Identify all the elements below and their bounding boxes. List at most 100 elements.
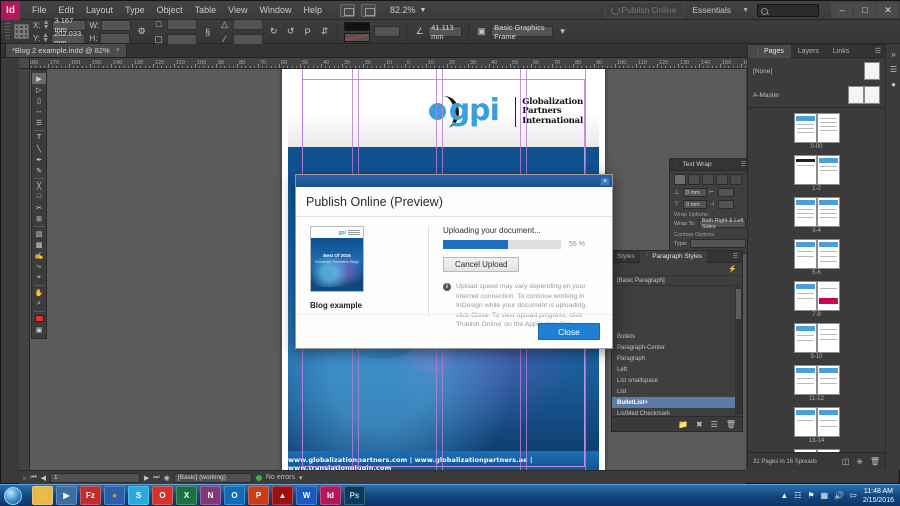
spread-item[interactable]: 3-4	[748, 197, 885, 234]
screen-mode-icon[interactable]	[361, 3, 376, 17]
media-player-icon[interactable]: ▶	[56, 486, 77, 505]
wrap-bounding-box-button[interactable]	[688, 174, 700, 185]
new-style-group-icon[interactable]: 📁	[678, 420, 688, 429]
direct-selection-tool[interactable]: ▷	[32, 84, 46, 95]
page-tool[interactable]: ▯	[32, 95, 46, 106]
constrain-scale-icon[interactable]: §	[201, 25, 214, 38]
reference-point-proxy[interactable]	[14, 24, 29, 39]
page-jump-icon[interactable]: ♭	[23, 474, 26, 482]
delete-page-icon[interactable]: 🗑	[870, 457, 880, 467]
menu-file[interactable]: File	[26, 1, 53, 20]
menu-layout[interactable]: Layout	[80, 1, 119, 20]
rotate-field[interactable]	[233, 18, 264, 30]
pages-list[interactable]: 0-00 1-2 3-4 5-6 7-8 9-10 11-12 13-14	[748, 108, 885, 452]
close-button[interactable]: ✕	[877, 2, 899, 18]
object-style-caret-icon[interactable]: ▾	[556, 25, 569, 38]
flip-horizontal-icon[interactable]: P	[301, 25, 314, 38]
ruler-corner[interactable]	[19, 58, 30, 69]
clear-overrides-footer-icon[interactable]: ✖	[696, 420, 703, 429]
paragraph-styles-list[interactable]: Bullets Paragraph-Center Paragraph Left …	[612, 287, 735, 415]
volume-icon[interactable]: 🔊	[834, 491, 844, 500]
tab-links[interactable]: Links	[826, 45, 856, 58]
maximize-button[interactable]: □	[854, 2, 876, 18]
x-stepper[interactable]: ▲ ▼	[43, 19, 50, 31]
angle-field[interactable]: 41.113 mm	[428, 23, 463, 41]
spread-item[interactable]: 0-00	[748, 113, 885, 150]
document-tab[interactable]: *Blog 2 example.indd @ 82% ×	[5, 43, 127, 57]
scale-x-field[interactable]	[167, 18, 198, 30]
wrap-jump-object-button[interactable]	[716, 174, 728, 185]
spread-thumbnail[interactable]	[793, 407, 840, 437]
wrap-object-shape-button[interactable]	[702, 174, 714, 185]
menu-type[interactable]: Type	[119, 1, 151, 20]
screen-mode-tool[interactable]: ▣	[32, 324, 46, 335]
edit-page-size-icon[interactable]: ◫	[842, 457, 850, 467]
menu-help[interactable]: Help	[297, 1, 328, 20]
spread-item[interactable]: 5-6	[748, 239, 885, 276]
style-item-list[interactable]: List	[612, 386, 735, 397]
wrap-none-button[interactable]	[674, 174, 686, 185]
cancel-upload-button[interactable]: Cancel Upload	[443, 257, 520, 272]
w-field[interactable]	[101, 19, 132, 31]
tab-paragraph-styles[interactable]: ⋮ Paragraph Styles	[639, 250, 708, 263]
acrobat-icon[interactable]: ▲	[272, 486, 293, 505]
scale-y-field[interactable]	[167, 33, 198, 45]
fill-stroke-control[interactable]	[32, 313, 46, 324]
eyedropper-tool[interactable]: ⤷	[32, 261, 46, 272]
line-tool[interactable]: ╲	[32, 143, 46, 154]
first-page-icon[interactable]: ⏮	[30, 474, 36, 482]
firefox-icon[interactable]: ●	[104, 486, 125, 505]
bridge-icon[interactable]	[340, 3, 355, 17]
word-icon[interactable]: W	[296, 486, 317, 505]
action-center-icon[interactable]: ⚑	[807, 491, 814, 500]
page-number-field[interactable]: 1	[50, 472, 141, 483]
style-item-bulletlist-plus[interactable]: BulletList+	[612, 397, 735, 408]
network-icon[interactable]: ☷	[794, 491, 801, 500]
style-item-listmed-checkmark[interactable]: ListMed Checkmark	[612, 408, 735, 416]
zoom-level-value[interactable]: 82.2%	[390, 5, 416, 15]
constrain-proportions-icon[interactable]: ⚙	[135, 25, 148, 38]
pages-panel-menu-icon[interactable]: ☰	[875, 47, 885, 55]
pencil-tool[interactable]: ✎	[32, 165, 46, 176]
prev-page-icon[interactable]: ◀	[41, 474, 46, 482]
spread-item[interactable]: 11-12	[748, 365, 885, 402]
spread-thumbnail[interactable]	[793, 281, 840, 311]
style-item-bullets[interactable]: Bullets	[612, 331, 735, 342]
file-explorer-icon[interactable]: 🗀	[32, 486, 53, 505]
zoom-caret-icon[interactable]: ▼	[420, 7, 427, 14]
bottom-offset-field[interactable]: 0 mm	[683, 200, 707, 209]
style-item-list-smallspace[interactable]: List smallspace	[612, 375, 735, 386]
spread-thumbnail[interactable]	[793, 197, 840, 227]
start-button[interactable]	[0, 485, 26, 506]
spread-thumbnail[interactable]	[793, 113, 840, 143]
master-row-none[interactable]: [None]	[753, 62, 880, 80]
y-field[interactable]: 202.033 mm	[51, 29, 86, 47]
stroke-swatch[interactable]	[344, 32, 371, 42]
h-field[interactable]	[99, 32, 130, 44]
delete-style-icon[interactable]: 🗑	[726, 420, 736, 429]
content-collector-tool[interactable]: ☰	[32, 117, 46, 128]
new-page-icon[interactable]: ⎈	[856, 457, 862, 467]
tab-styles[interactable]: Styles	[612, 251, 640, 263]
spread-thumbnail[interactable]	[793, 323, 840, 353]
document-tab-close-icon[interactable]: ×	[116, 47, 120, 54]
powerpoint-icon[interactable]: P	[248, 486, 269, 505]
zoom-tool[interactable]: ⌕	[32, 298, 46, 309]
right-offset-field[interactable]	[718, 200, 734, 209]
filezilla-icon[interactable]: Fz	[80, 486, 101, 505]
paragraph-styles-menu-icon[interactable]: ☰	[733, 253, 742, 260]
dialog-close-icon[interactable]: ×	[600, 176, 610, 186]
gradient-swatch-tool[interactable]: ▧	[32, 228, 46, 239]
minimize-button[interactable]: –	[831, 2, 853, 18]
preflight-icon[interactable]: ◉	[164, 474, 170, 482]
control-bar-grip[interactable]	[5, 22, 10, 41]
object-style-field[interactable]: Basic Graphics Frame	[491, 23, 554, 41]
style-item-paragraph[interactable]: Paragraph	[612, 353, 735, 364]
text-wrap-panel-header[interactable]: ⋮ Text Wrap ☰	[670, 159, 750, 171]
master-none-thumbnail[interactable]	[864, 62, 880, 80]
measure-tool[interactable]: ⌖	[32, 272, 46, 283]
top-offset-field[interactable]: 0 mm	[683, 188, 707, 197]
style-item-paragraph-center[interactable]: Paragraph-Center	[612, 342, 735, 353]
y-stepper[interactable]: ▲ ▼	[42, 32, 49, 44]
publish-online-button[interactable]: Publish Online	[604, 2, 685, 18]
